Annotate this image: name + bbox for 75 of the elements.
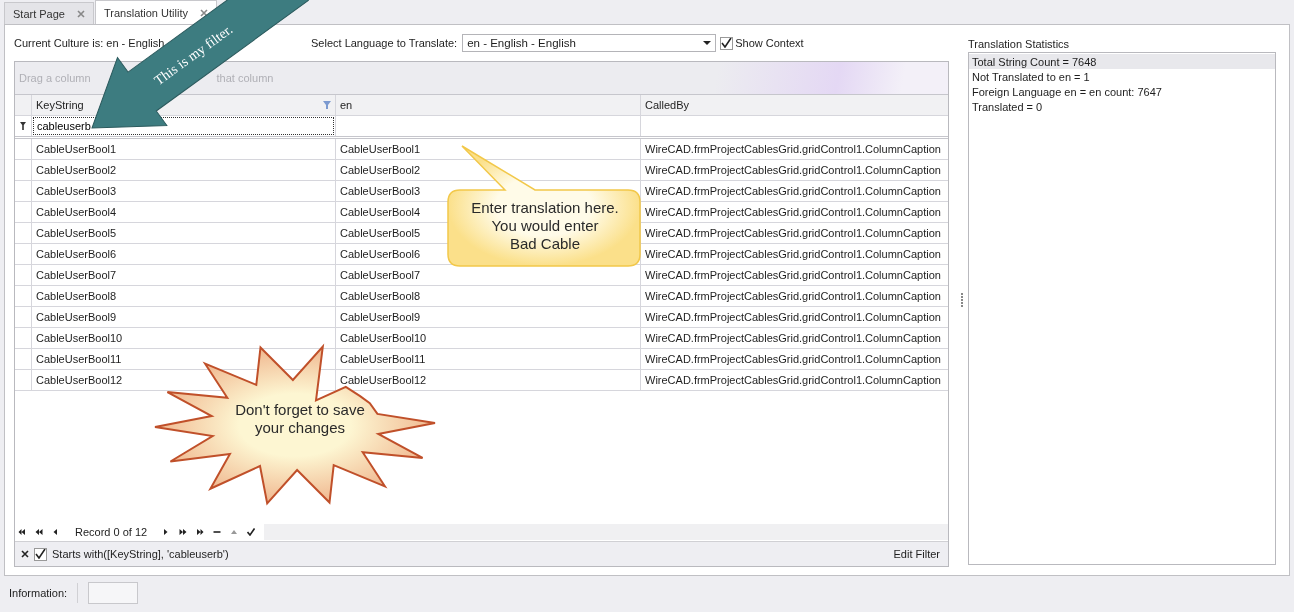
info-field <box>88 582 139 604</box>
translation-cell[interactable]: CableUserBool10 <box>340 332 427 344</box>
key-cell: CableUserBool2 <box>36 164 117 176</box>
group-panel-hint: Drag a column <box>19 72 91 84</box>
group-panel-hint: that column <box>216 72 274 84</box>
close-icon[interactable] <box>199 8 208 17</box>
panel-title: Translation Statistics <box>968 37 1071 52</box>
previous-record-icon[interactable] <box>52 528 60 536</box>
edit-filter-link[interactable]: Edit Filter <box>893 548 940 560</box>
key-cell: CableUserBool7 <box>36 269 117 281</box>
key-cell: CableUserBool11 <box>36 353 122 365</box>
next-page-icon[interactable] <box>179 528 188 536</box>
key-cell: CableUserBool5 <box>36 227 117 239</box>
check-mark-icon[interactable] <box>247 528 256 536</box>
translation-cell[interactable]: CableUserBool5 <box>340 227 421 239</box>
starburst-text: Don't forget to save your changes <box>234 401 366 437</box>
caller-cell: WireCAD.frmProjectCablesGrid.gridControl1.ColumnCaption <box>645 206 941 218</box>
statistics-item[interactable]: Foreign Language en = en count: 7647 <box>969 84 1275 99</box>
caller-cell: WireCAD.frmProjectCablesGrid.gridControl1.ColumnCaption <box>645 290 941 302</box>
translation-cell[interactable]: CableUserBool1 <box>340 143 421 155</box>
status-label: Information: <box>9 587 68 599</box>
caller-cell: WireCAD.frmProjectCablesGrid.gridControl1.ColumnCaption <box>645 248 941 260</box>
caller-cell: WireCAD.frmProjectCablesGrid.gridControl1.ColumnCaption <box>645 353 941 365</box>
key-cell: CableUserBool8 <box>36 290 117 302</box>
caller-cell: WireCAD.frmProjectCablesGrid.gridControl1.ColumnCaption <box>645 143 941 155</box>
statistics-item[interactable]: Not Translated to en = 1 <box>969 69 1275 84</box>
first-record-icon[interactable] <box>18 528 26 536</box>
caret-icon <box>703 39 712 47</box>
close-icon[interactable] <box>21 550 29 558</box>
caller-cell: WireCAD.frmProjectCablesGrid.gridControl1.ColumnCaption <box>645 164 941 176</box>
tab[interactable]: Translation Utility <box>95 0 217 24</box>
column-header[interactable]: en <box>336 95 641 115</box>
key-cell: CableUserBool3 <box>36 185 117 197</box>
statistics-item[interactable]: Translated = 0 <box>969 99 1275 114</box>
checkbox[interactable] <box>720 36 734 50</box>
language-dropdown[interactable]: en - English - English <box>462 34 717 52</box>
statistics-item[interactable]: Total String Count = 7648 <box>969 54 1275 69</box>
translation-cell[interactable]: CableUserBool8 <box>340 290 421 302</box>
last-record-icon[interactable] <box>196 528 205 536</box>
key-cell: CableUserBool10 <box>36 332 123 344</box>
previous-page-icon[interactable] <box>35 528 43 536</box>
caller-cell: WireCAD.frmProjectCablesGrid.gridControl1.ColumnCaption <box>645 311 941 323</box>
culture-label: Current Culture is: en - English <box>14 37 165 49</box>
filter-expression: Starts with([KeyString], 'cableuserb') <box>52 548 230 560</box>
column-header[interactable]: CalledBy <box>641 95 948 115</box>
caller-cell: WireCAD.frmProjectCablesGrid.gridControl1.ColumnCaption <box>645 332 941 344</box>
key-cell: CableUserBool6 <box>36 248 117 260</box>
check-mark-icon <box>35 549 46 559</box>
check-mark-icon <box>721 38 733 48</box>
translation-cell[interactable]: CableUserBool3 <box>340 185 421 197</box>
up-arrow-icon[interactable] <box>230 528 239 536</box>
callout-text: Enter translation here. You would enter Bad Cable <box>470 199 620 253</box>
translation-cell[interactable]: CableUserBool7 <box>340 269 421 281</box>
checkbox[interactable] <box>34 547 47 561</box>
minus-icon[interactable] <box>213 528 222 536</box>
horizontal-scrollbar[interactable] <box>264 524 948 540</box>
key-cell: CableUserBool1 <box>36 143 117 155</box>
key-cell: CableUserBool12 <box>36 374 123 386</box>
translation-cell[interactable]: CableUserBool12 <box>340 374 427 386</box>
tab[interactable]: Start Page <box>4 2 94 24</box>
translation-cell[interactable]: CableUserBool4 <box>340 206 421 218</box>
caller-cell: WireCAD.frmProjectCablesGrid.gridControl1.ColumnCaption <box>645 227 941 239</box>
filter-row-icon <box>20 122 26 130</box>
translation-cell[interactable]: CableUserBool9 <box>340 311 421 323</box>
caller-cell: WireCAD.frmProjectCablesGrid.gridControl1.ColumnCaption <box>645 185 941 197</box>
key-cell: CableUserBool9 <box>36 311 117 323</box>
translation-cell[interactable]: CableUserBool2 <box>340 164 421 176</box>
translation-cell[interactable]: CableUserBool6 <box>340 248 421 260</box>
translation-cell[interactable]: CableUserBool11 <box>340 353 426 365</box>
checkbox-label: Show Context <box>735 37 804 49</box>
language-label: Select Language to Translate: <box>311 37 458 49</box>
key-cell: CableUserBool4 <box>36 206 117 218</box>
caller-cell: WireCAD.frmProjectCablesGrid.gridControl1.ColumnCaption <box>645 269 941 281</box>
record-count: Record 0 of 12 <box>75 526 148 538</box>
caller-cell: WireCAD.frmProjectCablesGrid.gridControl1.ColumnCaption <box>645 374 941 386</box>
